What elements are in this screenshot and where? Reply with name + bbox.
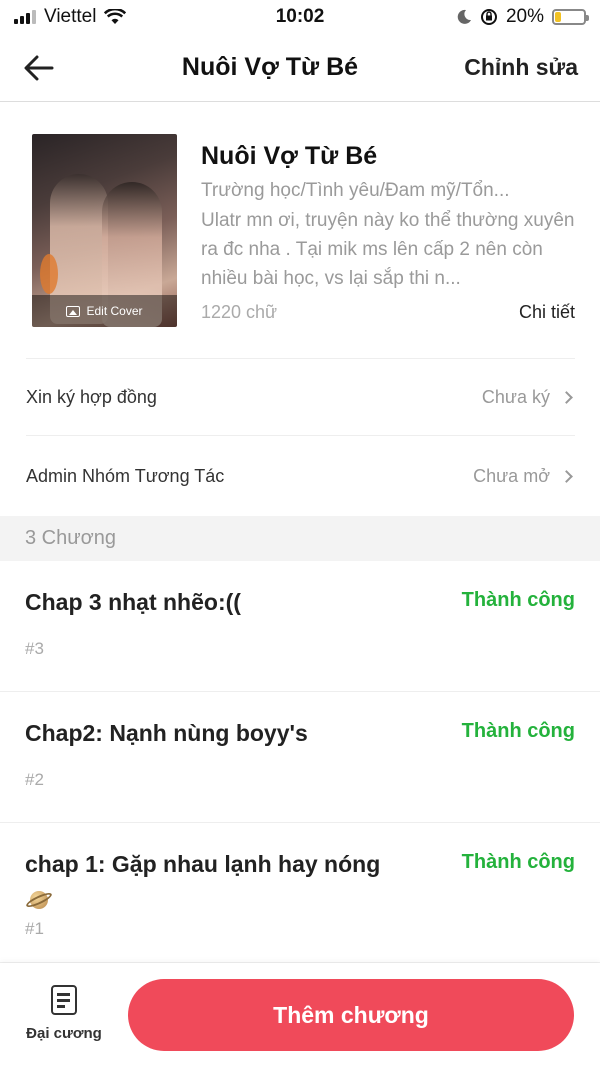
chapter-number: #3 (25, 639, 44, 658)
outline-button[interactable]: Đại cương (14, 985, 114, 1049)
contract-value: Chưa ký (481, 386, 550, 407)
chapter-status: Thành công (461, 589, 575, 611)
chapters-header: 3 Chương (0, 516, 600, 561)
back-button[interactable] (0, 34, 80, 102)
chapter-title-block: chap 1: Gặp nhau lạnh hay nóng (24, 847, 381, 915)
chapter-item[interactable]: Chap 3 nhạt nhẽo:(( Thành công #3 (0, 561, 600, 692)
book-cover[interactable]: Edit Cover (32, 134, 177, 327)
chapter-head: chap 1: Gặp nhau lạnh hay nóng Thành côn… (24, 847, 575, 915)
chapter-number: #2 (25, 770, 44, 789)
book-title: Nuôi Vợ Từ Bé (201, 142, 378, 170)
chapter-item[interactable]: chap 1: Gặp nhau lạnh hay nóng Thành côn… (0, 823, 600, 963)
chapter-status: Thành công (461, 851, 575, 873)
outline-label: Đại cương (26, 1025, 102, 1042)
chapter-number: #1 (25, 919, 44, 938)
admin-group-row[interactable]: Admin Nhóm Tương Tác Chưa mở (26, 437, 575, 515)
chevron-right-icon (560, 469, 573, 483)
signal-icon (14, 10, 36, 24)
book-genre: Trường học/Tình yêu/Đam mỹ/Tổn... (201, 180, 510, 201)
chapter-head: Chap2: Nạnh nùng boyy's Thành công (25, 716, 575, 750)
status-bar: Viettel 10:02 20% (0, 0, 600, 34)
add-chapter-button[interactable]: Thêm chương (128, 979, 574, 1051)
document-icon (51, 985, 77, 1015)
bottom-bar: Đại cương Thêm chương (0, 963, 600, 1067)
edit-cover-label: Edit Cover (86, 304, 143, 318)
cover-decoration (40, 254, 58, 294)
carrier-name: Viettel (44, 6, 97, 27)
page-title: Nuôi Vợ Từ Bé (181, 53, 359, 81)
admin-group-status: Chưa mở (473, 466, 575, 487)
chapter-item[interactable]: Chap2: Nạnh nùng boyy's Thành công #2 (0, 692, 600, 823)
moon-icon (457, 9, 471, 24)
word-count: 1220 chữ (201, 301, 278, 322)
battery-icon (552, 9, 589, 25)
chapter-title: chap 1: Gặp nhau lạnh hay nóng (25, 851, 381, 877)
battery-percent: 20% (505, 6, 544, 27)
book-text: Nuôi Vợ Từ Bé Trường học/Tình yêu/Đam mỹ… (177, 134, 575, 327)
chapter-title: Chap 3 nhạt nhẽo:(( (25, 589, 241, 615)
book-meta: 1220 chữ Chi tiết (201, 297, 575, 327)
chevron-right-icon (560, 390, 573, 404)
ringed-planet-icon (24, 886, 54, 914)
chapter-title: Chap2: Nạnh nùng boyy's (25, 720, 308, 746)
admin-group-label: Admin Nhóm Tương Tác (26, 465, 225, 486)
edit-button[interactable]: Chỉnh sửa (460, 54, 600, 81)
wifi-icon (104, 9, 127, 24)
chapter-status: Thành công (461, 720, 575, 742)
detail-link[interactable]: Chi tiết (519, 302, 575, 323)
orientation-lock-icon (480, 9, 497, 25)
contract-status: Chưa ký (482, 387, 575, 408)
status-left: Viettel (14, 6, 214, 28)
nav-bar: Nuôi Vợ Từ Bé Chỉnh sửa (0, 34, 600, 102)
chapter-head: Chap 3 nhạt nhẽo:(( Thành công (25, 585, 575, 619)
book-description: Ulatr mn ơi, truyện này ko thể thường xu… (201, 210, 575, 289)
battery-level (555, 12, 561, 22)
book-info: Edit Cover Nuôi Vợ Từ Bé Trường học/Tình… (32, 134, 575, 327)
image-icon (66, 305, 81, 317)
status-time: 10:02 (275, 6, 325, 27)
contract-row[interactable]: Xin ký hợp đồng Chưa ký (26, 358, 575, 436)
status-right: 20% (386, 6, 589, 28)
admin-group-value: Chưa mở (473, 465, 550, 486)
edit-cover-button[interactable]: Edit Cover (32, 295, 177, 327)
contract-label: Xin ký hợp đồng (26, 386, 157, 407)
arrow-left-icon (24, 55, 54, 80)
